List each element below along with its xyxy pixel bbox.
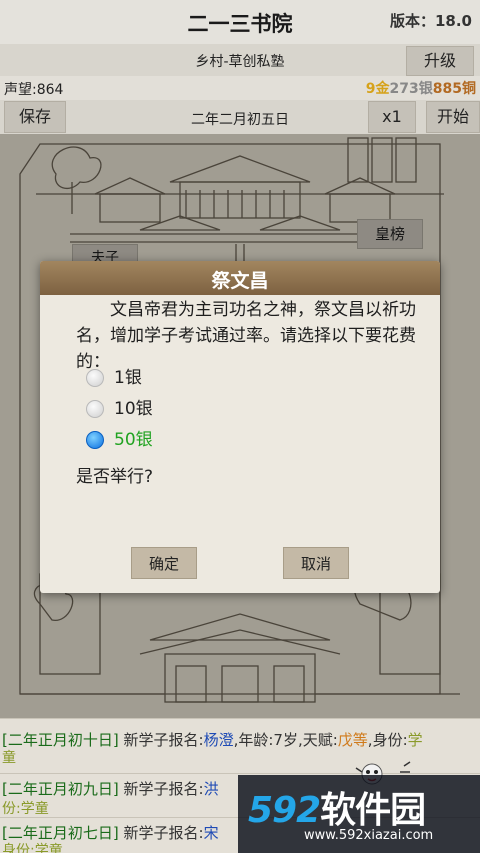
- money-display: 9金273银885铜: [366, 78, 476, 98]
- log-text: 新学子报名:: [123, 780, 204, 798]
- dialog-header: 祭文昌: [40, 261, 440, 295]
- status-bar: 声望:864 9金273银885铜: [0, 76, 480, 100]
- log-text: 新学子报名:: [123, 824, 204, 842]
- version-label: 版本：18.0: [389, 12, 472, 30]
- log-text: 新学子报名:: [123, 731, 204, 749]
- reputation-label: 声望:864: [4, 82, 64, 98]
- radio-checked-icon[interactable]: [86, 431, 104, 449]
- log-line: [二年正月初十日] 新学子报名:杨澄,年龄:7岁,天赋:戊等,身份:学: [2, 729, 423, 750]
- talent-grade: 戊等: [337, 731, 368, 749]
- speed-button[interactable]: x1: [368, 101, 416, 133]
- silver-amount: 273银: [389, 81, 433, 97]
- log-wrap: 童: [2, 750, 16, 766]
- option-label: 1银: [114, 368, 142, 388]
- dialog-message: 文昌帝君为主司功名之神，祭文昌以祈功名，增加学子考试通过率。请选择以下要花费的：: [76, 300, 416, 372]
- log-line: [二年正月初九日] 新学子报名:洪: [2, 778, 219, 799]
- dialog-title: 祭文昌: [211, 270, 269, 292]
- log-info: ,年龄:7岁,天赋:: [233, 731, 338, 749]
- log-wrap: 份:学童: [2, 801, 49, 817]
- watermark-text: 软件园: [320, 790, 426, 831]
- student-role: 学: [407, 731, 423, 749]
- log-wrap: 身份:学童: [2, 843, 63, 853]
- ritual-dialog: 祭文昌 文昌帝君为主司功名之神，祭文昌以祈功名，增加学子考试通过率。请选择以下要…: [40, 261, 440, 593]
- student-name: 杨澄: [203, 731, 234, 749]
- log-entry: [二年正月初十日] 新学子报名:杨澄,年龄:7岁,天赋:戊等,身份:学 童: [0, 718, 480, 766]
- start-button[interactable]: 开始: [426, 101, 480, 133]
- watermark-logo: 592软件园: [248, 781, 426, 833]
- upgrade-button[interactable]: 升级: [406, 46, 474, 76]
- cancel-button[interactable]: 取消: [283, 547, 349, 579]
- log-date: [二年正月初十日]: [2, 731, 119, 749]
- title-bar: 二一三书院 版本：18.0: [0, 0, 480, 45]
- student-name: 宋: [203, 824, 219, 842]
- confirm-button[interactable]: 确定: [131, 547, 197, 579]
- copper-amount: 885铜: [432, 81, 476, 97]
- gold-amount: 9金: [365, 81, 390, 97]
- option-label: 50银: [114, 430, 153, 450]
- dialog-question: 是否举行?: [76, 467, 154, 487]
- watermark-number: 592: [248, 790, 321, 831]
- option-label: 10银: [114, 399, 153, 419]
- log-role-prefix: ,身份:: [367, 731, 408, 749]
- radio-unchecked-icon[interactable]: [86, 400, 104, 418]
- radio-unchecked-icon[interactable]: [86, 369, 104, 387]
- student-name: 洪: [203, 780, 219, 798]
- site-watermark: 592软件园 www.592xiazai.com: [238, 775, 480, 853]
- watermark-url: www.592xiazai.com: [304, 828, 434, 843]
- log-date: [二年正月初九日]: [2, 780, 119, 798]
